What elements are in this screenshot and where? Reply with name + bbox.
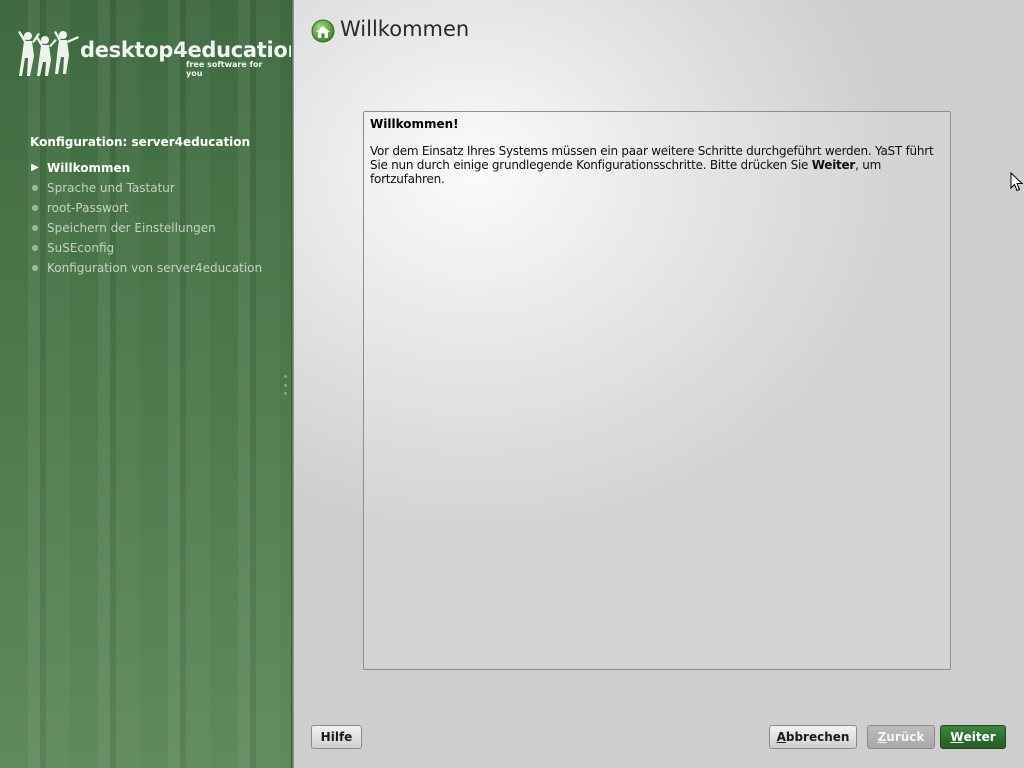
sidebar: desktop4education free software for you … [0,0,303,768]
welcome-text-weiter-bold: Weiter [811,158,856,172]
back-button-label: urück [886,730,925,744]
step-item-sprache-und-tastatur: ● Sprache und Tastatur [30,178,262,198]
desktop4education-logo: desktop4education free software for you [18,30,303,80]
help-button[interactable]: Hilfe [311,725,362,749]
bullet-icon: ● [31,223,39,232]
jumping-people-logo-icon [18,31,79,76]
step-item-konfiguration-von-server4education: ● Konfiguration von server4education [30,258,263,278]
step-label: Willkommen [47,161,131,175]
step-label: Speichern der Einstellungen [47,221,216,235]
main-panel: Willkommen Willkommen! Vor dem Einsatz I… [294,0,1024,768]
sidebar-resize-grip[interactable] [284,375,288,395]
cancel-button-mnemonic: A [776,730,786,744]
bullet-icon: ● [31,263,39,272]
step-item-willkommen: ▶ Willkommen [30,158,262,178]
step-item-suseconfig: ● SuSEconfig [30,238,262,258]
back-button[interactable]: Zurück [867,725,935,749]
step-label: Sprache und Tastatur [47,181,175,195]
cancel-button-label: bbrechen [785,730,850,744]
grip-dot [284,383,287,387]
step-label: Konfiguration von server4education [47,261,263,275]
current-step-arrow-icon: ▶ [31,162,39,173]
configuration-title: Konfiguration: server4education [30,135,251,149]
cancel-button[interactable]: Abbrechen [769,725,857,749]
mouse-pointer-icon [1010,172,1024,192]
step-label: root-Passwort [47,201,129,215]
grip-dot [284,375,287,378]
step-list: ▶ Willkommen ● Sprache und Tastatur ● ro… [30,158,262,278]
bullet-icon: ● [31,203,39,212]
next-button-mnemonic: W [950,730,964,744]
back-button-mnemonic: Z [877,730,887,744]
help-button-label: Hilfe [320,730,353,744]
logo-text: desktop4education [80,38,303,62]
next-button[interactable]: Weiter [940,725,1006,749]
step-item-root-passwort: ● root-Passwort [30,198,262,218]
home-globe-icon [311,19,335,43]
bullet-icon: ● [31,243,39,252]
welcome-heading: Willkommen! [370,117,459,131]
welcome-text-panel: Willkommen! Vor dem Einsatz Ihres System… [363,111,951,670]
logo-tagline: free software for you [186,60,263,78]
next-button-label: eiter [963,730,996,744]
welcome-text: Vor dem Einsatz Ihres Systems müssen ein… [370,144,944,186]
page-title: Willkommen [340,17,470,41]
bullet-icon: ● [31,183,39,192]
step-label: SuSEconfig [47,241,115,255]
grip-dot [284,392,287,395]
step-item-speichern-der-einstellungen: ● Speichern der Einstellungen [30,218,262,238]
